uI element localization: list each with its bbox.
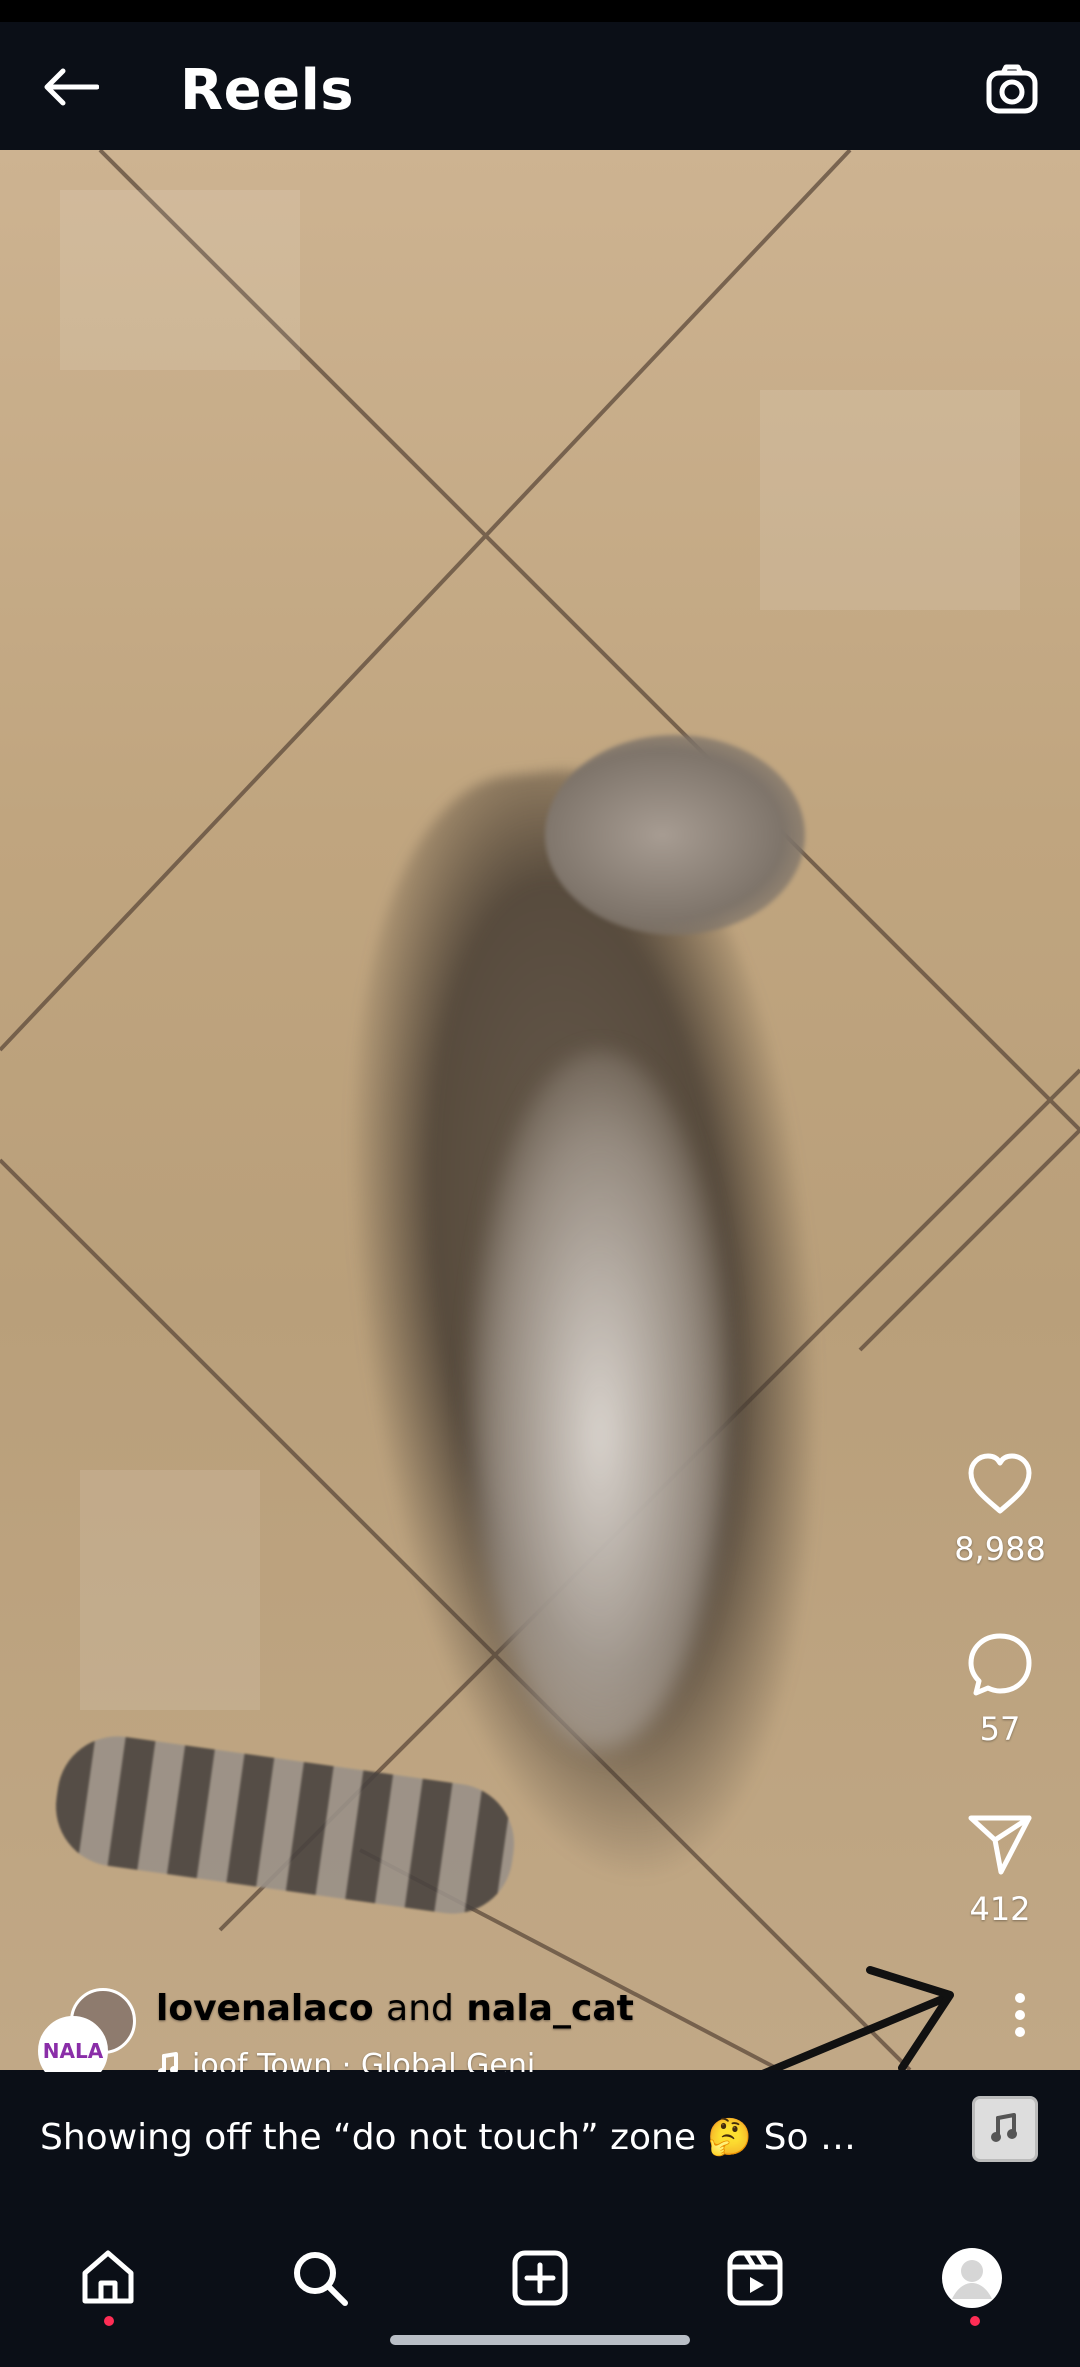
avatar-text: NALA [42, 2039, 104, 2063]
comment-icon [968, 1633, 1032, 1696]
nav-search[interactable] [270, 2228, 370, 2328]
profile-notification-dot [970, 2316, 980, 2326]
more-vertical-icon [1015, 1993, 1025, 2037]
bottom-nav [0, 2198, 1080, 2367]
profile-avatar [942, 2248, 1002, 2308]
home-notification-dot [104, 2316, 114, 2326]
like-action[interactable]: 8,988 [920, 1450, 1080, 1568]
nav-profile[interactable] [922, 2228, 1022, 2328]
caption-text[interactable]: Showing off the “do not touch” zone 🤔 So… [40, 2116, 856, 2158]
nav-home[interactable] [58, 2228, 158, 2328]
reels-screen: Reels 8,988 57 412 NALA lovenalaco and n… [0, 0, 1080, 2367]
nav-reels[interactable] [705, 2228, 805, 2328]
camera-button[interactable] [972, 50, 1052, 130]
reel-video[interactable]: 8,988 57 412 [0, 150, 1080, 2070]
caption-bar[interactable]: Showing off the “do not touch” zone 🤔 So… [0, 2072, 1080, 2200]
back-button[interactable] [30, 52, 110, 122]
status-strip [0, 0, 1080, 22]
music-icon [991, 2113, 1017, 2142]
cat-belly [470, 1050, 730, 1750]
heart-icon [968, 1453, 1032, 1514]
nav-create[interactable] [490, 2228, 590, 2328]
annotation-arrow [761, 1966, 954, 2070]
back-arrow-icon [44, 68, 99, 106]
share-action[interactable]: 412 [920, 1810, 1080, 1928]
header: Reels [0, 22, 1080, 150]
send-icon [968, 1815, 1032, 1875]
reels-icon [727, 2250, 783, 2306]
comments-count: 57 [979, 1710, 1021, 1748]
username-primary[interactable]: lovenalaco [156, 1988, 374, 2029]
more-button[interactable] [990, 1985, 1050, 2045]
search-icon [294, 2252, 348, 2306]
likes-count: 8,988 [954, 1530, 1046, 1568]
shares-count: 412 [969, 1890, 1031, 1928]
cat-head [545, 735, 805, 935]
username-conjunction: and [386, 1988, 454, 2029]
home-indicator[interactable] [390, 2335, 690, 2345]
comment-action[interactable]: 57 [920, 1630, 1080, 1748]
author-line[interactable]: lovenalaco and nala_cat [156, 1988, 634, 2029]
add-post-icon [512, 2250, 568, 2306]
home-icon [82, 2250, 134, 2304]
audio-thumbnail[interactable] [972, 2096, 1038, 2162]
page-title: Reels [180, 58, 355, 123]
action-rail: 8,988 57 412 [920, 150, 1080, 2070]
camera-icon [986, 64, 1038, 114]
username-secondary[interactable]: nala_cat [466, 1988, 633, 2029]
